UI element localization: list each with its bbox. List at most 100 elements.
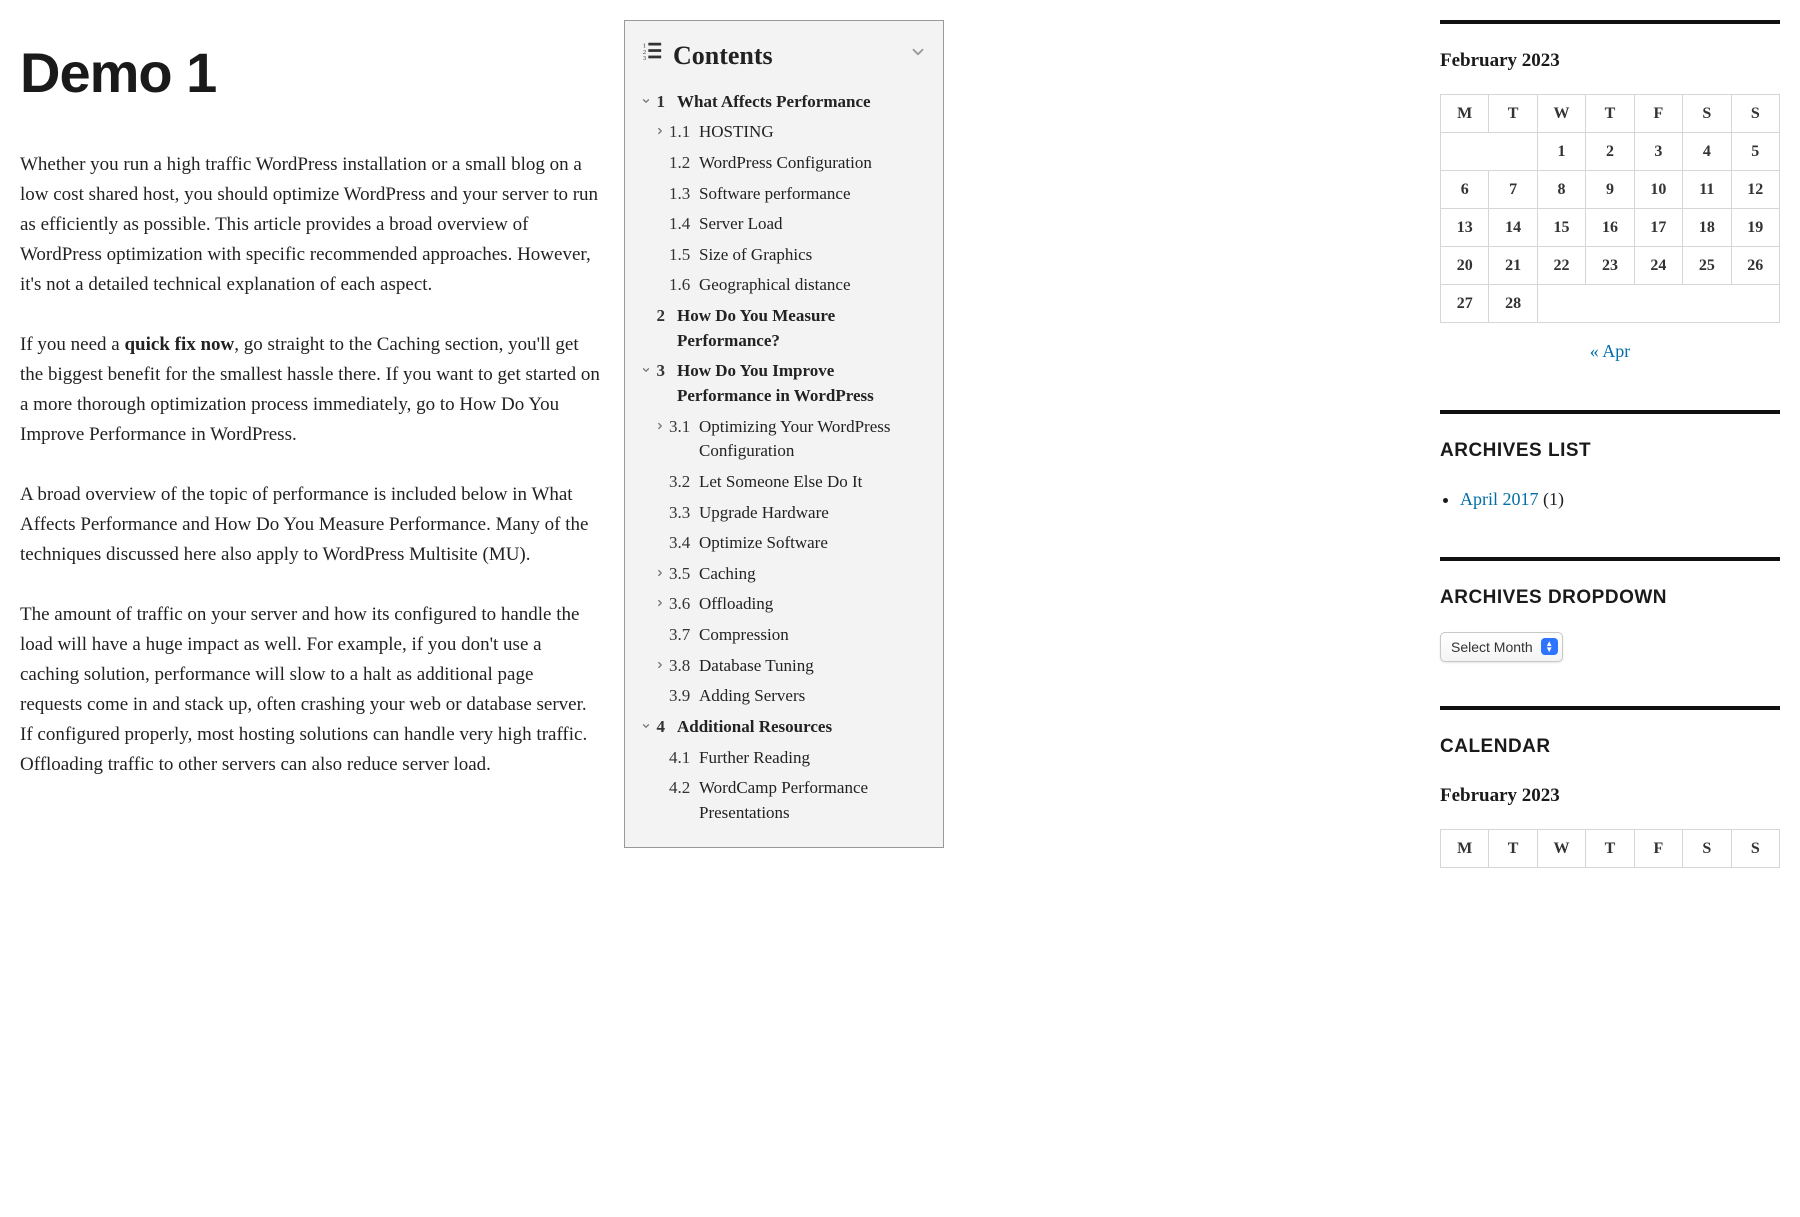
toc-item[interactable]: 3.4Optimize Software bbox=[641, 528, 927, 559]
calendar-day[interactable]: 20 bbox=[1441, 247, 1489, 285]
calendar-day[interactable]: 6 bbox=[1441, 171, 1489, 209]
calendar-table-bottom: February 2023MTWTFSS bbox=[1440, 781, 1780, 868]
calendar-day[interactable]: 1 bbox=[1537, 133, 1585, 171]
toc-item[interactable]: 1.4Server Load bbox=[641, 209, 927, 240]
toc-item[interactable]: 1.3Software performance bbox=[641, 179, 927, 210]
toc-arrow-spacer bbox=[655, 746, 669, 752]
widget-rule bbox=[1440, 410, 1780, 414]
calendar-day[interactable]: 27 bbox=[1441, 285, 1489, 323]
toc-item[interactable]: 4.2WordCamp Performance Presentations bbox=[641, 773, 927, 828]
archives-select[interactable]: Select Month ▲▼ bbox=[1440, 632, 1563, 662]
toc-item-label: Further Reading bbox=[699, 746, 927, 771]
page-title: Demo 1 bbox=[20, 28, 600, 118]
calendar-day[interactable]: 26 bbox=[1731, 247, 1779, 285]
calendar-day[interactable]: 11 bbox=[1683, 171, 1731, 209]
calendar-day[interactable]: 12 bbox=[1731, 171, 1779, 209]
toc-item[interactable]: 3.3Upgrade Hardware bbox=[641, 498, 927, 529]
calendar-day[interactable]: 16 bbox=[1586, 209, 1634, 247]
toc-item-number: 3.7 bbox=[669, 623, 699, 648]
calendar-day[interactable]: 24 bbox=[1634, 247, 1682, 285]
toc-item[interactable]: 3.2Let Someone Else Do It bbox=[641, 467, 927, 498]
toc-item[interactable]: 3.9Adding Servers bbox=[641, 681, 927, 712]
toc-item[interactable]: 2How Do You Measure Performance? bbox=[641, 301, 927, 356]
toc-arrow-spacer bbox=[655, 243, 669, 249]
calendar-day[interactable]: 19 bbox=[1731, 209, 1779, 247]
calendar-day[interactable]: 18 bbox=[1683, 209, 1731, 247]
toc-item[interactable]: 4Additional Resources bbox=[641, 712, 927, 743]
calendar-day[interactable]: 22 bbox=[1537, 247, 1585, 285]
toc-item[interactable]: 3.8Database Tuning bbox=[641, 651, 927, 682]
archives-link[interactable]: April 2017 bbox=[1460, 489, 1539, 509]
toc-item[interactable]: 1.6Geographical distance bbox=[641, 270, 927, 301]
calendar-weekday: W bbox=[1537, 95, 1585, 133]
toc-item-label: WordCamp Performance Presentations bbox=[699, 776, 927, 825]
calendar-day[interactable]: 8 bbox=[1537, 171, 1585, 209]
toc-item-label: Upgrade Hardware bbox=[699, 501, 927, 526]
chevron-right-icon[interactable] bbox=[655, 592, 669, 614]
calendar-day[interactable]: 15 bbox=[1537, 209, 1585, 247]
chevron-right-icon[interactable] bbox=[655, 562, 669, 584]
calendar-day[interactable]: 28 bbox=[1489, 285, 1537, 323]
article-paragraph: Whether you run a high traffic WordPress… bbox=[20, 150, 600, 300]
toc-item-number: 3.6 bbox=[669, 592, 699, 617]
toc-item[interactable]: 3How Do You Improve Performance in WordP… bbox=[641, 356, 927, 411]
toc-item[interactable]: 1.2WordPress Configuration bbox=[641, 148, 927, 179]
toc-item[interactable]: 3.5Caching bbox=[641, 559, 927, 590]
calendar-day[interactable]: 10 bbox=[1634, 171, 1682, 209]
toc-item-label: Adding Servers bbox=[699, 684, 927, 709]
toc-item[interactable]: 4.1Further Reading bbox=[641, 743, 927, 774]
toc-item-label: Database Tuning bbox=[699, 654, 927, 679]
calendar-day[interactable]: 7 bbox=[1489, 171, 1537, 209]
toc-item-label: Size of Graphics bbox=[699, 243, 927, 268]
widget-rule bbox=[1440, 706, 1780, 710]
toc-item[interactable]: 3.1Optimizing Your WordPress Configurati… bbox=[641, 412, 927, 467]
article-paragraph: The amount of traffic on your server and… bbox=[20, 600, 600, 780]
toc-item-label: Server Load bbox=[699, 212, 927, 237]
chevron-right-icon[interactable] bbox=[655, 654, 669, 676]
calendar-table: February 2023MTWTFSS12345678910111213141… bbox=[1440, 46, 1780, 323]
calendar-day[interactable]: 2 bbox=[1586, 133, 1634, 171]
toc-item[interactable]: 1What Affects Performance bbox=[641, 87, 927, 118]
chevron-down-icon[interactable] bbox=[641, 715, 655, 737]
calendar-day[interactable]: 21 bbox=[1489, 247, 1537, 285]
calendar-weekday: T bbox=[1586, 829, 1634, 867]
calendar-weekday: W bbox=[1537, 829, 1585, 867]
calendar-prev-link[interactable]: « Apr bbox=[1590, 341, 1631, 361]
calendar-day[interactable]: 17 bbox=[1634, 209, 1682, 247]
article-paragraph: If you need a quick fix now, go straight… bbox=[20, 330, 600, 450]
toc-title: Contents bbox=[673, 35, 773, 77]
toc-item[interactable]: 3.6Offloading bbox=[641, 589, 927, 620]
archives-count: (1) bbox=[1543, 489, 1564, 509]
chevron-right-icon[interactable] bbox=[655, 415, 669, 437]
chevron-down-icon[interactable] bbox=[909, 41, 927, 70]
toc-item-label: What Affects Performance bbox=[677, 90, 927, 115]
calendar-day[interactable]: 4 bbox=[1683, 133, 1731, 171]
calendar-day[interactable]: 9 bbox=[1586, 171, 1634, 209]
toc-item[interactable]: 1.5Size of Graphics bbox=[641, 240, 927, 271]
toc-item[interactable]: 3.7Compression bbox=[641, 620, 927, 651]
toc-item-number: 3.3 bbox=[669, 501, 699, 526]
calendar-day[interactable]: 13 bbox=[1441, 209, 1489, 247]
calendar-empty-cell bbox=[1537, 285, 1779, 323]
toc-item-label: Caching bbox=[699, 562, 927, 587]
toc-item-number: 3.4 bbox=[669, 531, 699, 556]
toc-item[interactable]: 1.1HOSTING bbox=[641, 117, 927, 148]
calendar-day[interactable]: 25 bbox=[1683, 247, 1731, 285]
calendar-day[interactable]: 5 bbox=[1731, 133, 1779, 171]
toc-arrow-spacer bbox=[655, 182, 669, 188]
calendar-weekday: T bbox=[1586, 95, 1634, 133]
toc-item-label: Optimize Software bbox=[699, 531, 927, 556]
calendar-day[interactable]: 14 bbox=[1489, 209, 1537, 247]
chevron-right-icon[interactable] bbox=[655, 120, 669, 142]
calendar-day[interactable]: 23 bbox=[1586, 247, 1634, 285]
toc-arrow-spacer bbox=[655, 501, 669, 507]
toc-item-number: 4.2 bbox=[669, 776, 699, 801]
chevron-down-icon[interactable] bbox=[641, 90, 655, 112]
toc-item-label: HOSTING bbox=[699, 120, 927, 145]
calendar-weekday: S bbox=[1683, 95, 1731, 133]
calendar-day[interactable]: 3 bbox=[1634, 133, 1682, 171]
chevron-down-icon[interactable] bbox=[641, 359, 655, 381]
toc-item-number: 1.3 bbox=[669, 182, 699, 207]
toc-arrow-spacer bbox=[641, 304, 655, 310]
calendar-weekday: M bbox=[1441, 95, 1489, 133]
